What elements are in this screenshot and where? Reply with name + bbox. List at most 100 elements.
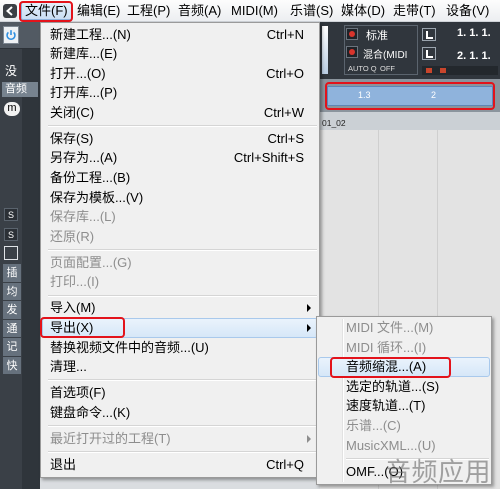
- chevron-right-icon: [307, 434, 311, 443]
- menu-item-preferences[interactable]: 首选项(F): [41, 383, 319, 403]
- record-mode-icon[interactable]: [346, 28, 358, 40]
- tab-audio[interactable]: 音频: [2, 82, 38, 97]
- menu-item-new-project[interactable]: 新建工程...(N) Ctrl+N: [41, 25, 319, 45]
- insert-icon[interactable]: [4, 246, 18, 260]
- left-locator-value[interactable]: 1. 1. 1.: [457, 27, 491, 39]
- menu-item-label: 保存(S): [50, 130, 94, 146]
- section-tab-inserts[interactable]: 插: [3, 264, 21, 283]
- menu-item-open[interactable]: 打开...(O) Ctrl+O: [41, 64, 319, 84]
- menu-item-cleanup[interactable]: 清理...: [41, 357, 319, 377]
- solo-button[interactable]: S: [4, 208, 18, 221]
- menu-item-label: 还原(R): [50, 228, 95, 244]
- chevron-right-icon: [307, 304, 311, 313]
- menu-midi[interactable]: MIDI(M): [228, 2, 281, 20]
- menu-item-label: MIDI 循环...(I): [346, 339, 427, 355]
- menu-item-label: 新建库...(E): [50, 46, 118, 62]
- section-tab-channel[interactable]: 通: [3, 319, 21, 338]
- menu-item-print: 打印...(I): [41, 272, 319, 292]
- menu-item-label: 退出: [50, 456, 77, 472]
- left-locator-icon[interactable]: [422, 28, 436, 41]
- mix-mode-icon[interactable]: [346, 46, 358, 58]
- menu-item-label: 保存库...(L): [50, 209, 116, 225]
- menu-audio[interactable]: 音频(A): [175, 2, 224, 20]
- menu-item-close[interactable]: 关闭(C) Ctrl+W: [41, 103, 319, 123]
- shortcut-label: Ctrl+Shift+S: [233, 150, 304, 166]
- inspector-toolbar: [0, 22, 40, 49]
- solo-button[interactable]: S: [4, 228, 18, 241]
- menu-item-import[interactable]: 导入(M): [41, 298, 319, 318]
- menu-item-backup-project[interactable]: 备份工程...(B): [41, 168, 319, 188]
- highlight-annotation-audio-mixdown: [330, 357, 451, 378]
- transport-toolbar: 标准 混合(MIDI AUTO Q OFF 1. 1. 1. 2. 1. 1.: [318, 22, 500, 79]
- section-tab-notepad[interactable]: 记: [3, 338, 21, 357]
- cycle-mode-label[interactable]: 混合(MIDI: [363, 46, 407, 61]
- monitor-button[interactable]: m: [4, 102, 20, 116]
- menu-item-label: 导入(M): [50, 300, 96, 316]
- menu-media[interactable]: 媒体(D): [338, 2, 388, 20]
- menu-item-export-midi-file: MIDI 文件...(M): [317, 318, 491, 338]
- menu-item-revert: 还原(R): [41, 227, 319, 247]
- menu-edit[interactable]: 编辑(E): [74, 2, 123, 20]
- menu-item-save-library: 保存库...(L): [41, 207, 319, 227]
- section-tab-sends[interactable]: 发: [3, 301, 21, 320]
- menu-item-label: 乐谱...(C): [346, 417, 401, 433]
- menu-item-save[interactable]: 保存(S) Ctrl+S: [41, 129, 319, 149]
- menu-item-open-library[interactable]: 打开库...(P): [41, 83, 319, 103]
- auto-quantize-label: AUTO Q: [348, 64, 377, 73]
- menu-project[interactable]: 工程(P): [124, 2, 173, 20]
- menu-item-export-midi-loop: MIDI 循环...(I): [317, 338, 491, 358]
- cubase-logo-icon[interactable]: [3, 4, 17, 18]
- menu-item-label: 备份工程...(B): [50, 170, 131, 186]
- menu-item-label: MusicXML...(U): [346, 437, 436, 453]
- menu-item-new-library[interactable]: 新建库...(E): [41, 44, 319, 64]
- event-name: 01_02: [322, 118, 346, 128]
- inspector-divider: [22, 49, 40, 489]
- shortcut-label: Ctrl+O: [266, 65, 304, 81]
- menu-item-label: 关闭(C): [50, 104, 95, 120]
- watermark: 音频应用: [385, 457, 492, 487]
- menu-item-key-commands[interactable]: 键盘命令...(K): [41, 403, 319, 423]
- menu-item-label: 保存为模板...(V): [50, 189, 144, 205]
- section-tab-eq[interactable]: 均: [3, 282, 21, 301]
- menu-item-label: 替换视频文件中的音频...(U): [50, 339, 209, 355]
- chevron-right-icon: [307, 323, 311, 332]
- menu-item-save-as[interactable]: 另存为...(A) Ctrl+Shift+S: [41, 148, 319, 168]
- section-tab-quick[interactable]: 快: [3, 356, 21, 375]
- menu-item-export-selected-tracks[interactable]: 选定的轨道...(S): [317, 377, 491, 397]
- highlight-annotation-export: [40, 317, 125, 338]
- menu-item-label: 首选项(F): [50, 385, 106, 401]
- highlight-annotation-file-menu: [19, 1, 73, 22]
- record-mode-label[interactable]: 标准: [366, 27, 388, 43]
- inspector-panel: 没 音频 m S S 插 均 发 通 记 快: [0, 22, 40, 489]
- marker-bar: [422, 66, 498, 75]
- menu-item-label: 打开...(O): [50, 65, 106, 81]
- menu-item-label: 新建工程...(N): [50, 26, 131, 42]
- audio-event[interactable]: 01_02: [320, 112, 500, 130]
- menu-item-label: 打开库...(P): [50, 85, 118, 101]
- menu-item-label: 选定的轨道...(S): [346, 378, 440, 394]
- menu-item-label: 速度轨道...(T): [346, 398, 426, 414]
- menu-item-recent-projects: 最近打开过的工程(T): [41, 429, 319, 449]
- menu-devices[interactable]: 设备(V): [443, 2, 492, 20]
- menu-item-label: 最近打开过的工程(T): [50, 430, 171, 446]
- right-locator-icon[interactable]: [422, 47, 436, 60]
- menu-item-export-tempo-track[interactable]: 速度轨道...(T): [317, 396, 491, 416]
- menu-item-quit[interactable]: 退出 Ctrl+Q: [41, 455, 319, 475]
- right-locator-value[interactable]: 2. 1. 1.: [457, 50, 491, 62]
- level-slider[interactable]: [322, 26, 328, 74]
- shortcut-label: Ctrl+N: [266, 26, 304, 42]
- menu-item-save-as-template[interactable]: 保存为模板...(V): [41, 188, 319, 208]
- menu-item-replace-video-audio[interactable]: 替换视频文件中的音频...(U): [41, 338, 319, 358]
- power-icon[interactable]: [3, 26, 19, 44]
- menu-score[interactable]: 乐谱(S): [287, 2, 336, 20]
- menu-item-page-setup: 页面配置...(G): [41, 253, 319, 273]
- shortcut-label: Ctrl+S: [267, 130, 304, 146]
- menu-item-label: 页面配置...(G): [50, 254, 132, 270]
- menu-item-label: 打印...(I): [50, 274, 100, 290]
- menu-item-export-score: 乐谱...(C): [317, 416, 491, 436]
- auto-quantize-value[interactable]: OFF: [380, 64, 395, 73]
- menu-item-label: MIDI 文件...(M): [346, 320, 434, 335]
- menu-item-label: 键盘命令...(K): [50, 404, 131, 420]
- menu-transport[interactable]: 走带(T): [390, 2, 439, 20]
- highlight-annotation-cycle-range: [325, 82, 495, 110]
